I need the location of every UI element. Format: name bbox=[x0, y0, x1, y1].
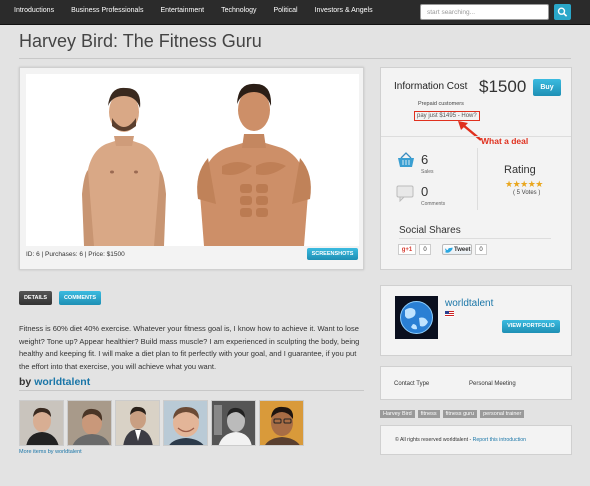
report-introduction-link[interactable]: Report this introduction bbox=[473, 437, 526, 443]
info-divider bbox=[381, 136, 571, 137]
by-author-heading: by worldtalent bbox=[19, 376, 90, 388]
google-plus-button[interactable]: g+1 bbox=[398, 244, 416, 255]
tag-harvey-bird[interactable]: Harvey Bird bbox=[380, 410, 415, 418]
contact-type-label: Contact Type bbox=[394, 381, 430, 387]
sales-label: Sales bbox=[421, 169, 434, 175]
item-meta: ID: 6 | Purchases: 6 | Price: $1500 bbox=[26, 251, 125, 258]
main-nav: Introductions Business Professionals Ent… bbox=[14, 7, 390, 14]
contact-type-value: Personal Meeting bbox=[469, 381, 516, 387]
contact-panel: Contact Type Personal Meeting bbox=[380, 366, 572, 400]
information-cost-panel: Information Cost $1500 Buy Prepaid custo… bbox=[380, 67, 572, 270]
thumbnail-2[interactable] bbox=[67, 400, 112, 446]
sales-count: 6 bbox=[421, 152, 429, 167]
nav-item-investors-angels[interactable]: Investors & Angels bbox=[315, 7, 373, 14]
social-divider bbox=[399, 238, 551, 239]
nav-item-political[interactable]: Political bbox=[273, 7, 297, 14]
tweet-count: 0 bbox=[475, 244, 487, 255]
basket-icon bbox=[398, 152, 414, 167]
annotation-arrow-icon bbox=[458, 121, 482, 141]
twitter-bird-icon bbox=[445, 247, 453, 253]
rating-stars[interactable]: ★★★★★ bbox=[505, 179, 543, 190]
page-title: Harvey Bird: The Fitness Guru bbox=[19, 31, 262, 51]
annotation-what-a-deal: What a deal bbox=[481, 136, 529, 146]
author-avatar[interactable] bbox=[395, 296, 438, 339]
tab-details[interactable]: DETAILS bbox=[19, 291, 52, 305]
thumbnail-1[interactable] bbox=[19, 400, 64, 446]
tag-list: Harvey Bird fitness fitness guru persona… bbox=[380, 410, 525, 418]
author-link[interactable]: worldtalent bbox=[34, 376, 90, 388]
title-divider bbox=[19, 58, 571, 59]
votes-count: ( 5 Votes ) bbox=[513, 190, 541, 196]
before-after-photo[interactable] bbox=[26, 74, 359, 246]
copyright-label: © All rights reserved worldtalent - bbox=[395, 437, 473, 443]
item-image-panel: ID: 6 | Purchases: 6 | Price: $1500 SCRE… bbox=[19, 67, 364, 270]
search-button[interactable] bbox=[554, 4, 571, 20]
tweet-button[interactable]: Tweet bbox=[442, 244, 472, 255]
thumbnail-5[interactable] bbox=[211, 400, 256, 446]
comments-label: Comments bbox=[421, 201, 446, 207]
thumbnail-6[interactable] bbox=[259, 400, 304, 446]
comment-bubble-icon bbox=[396, 185, 414, 202]
social-shares-title: Social Shares bbox=[399, 225, 461, 236]
tag-fitness-guru[interactable]: fitness guru bbox=[442, 410, 478, 418]
author-name[interactable]: worldtalent bbox=[445, 298, 493, 309]
tab-comments[interactable]: COMMENTS bbox=[59, 291, 101, 305]
by-divider bbox=[19, 390, 364, 391]
nav-item-introductions[interactable]: Introductions bbox=[14, 7, 54, 14]
footer-panel: © All rights reserved worldtalent - Repo… bbox=[380, 425, 572, 455]
tag-personal-trainer[interactable]: personal trainer bbox=[480, 410, 525, 418]
copyright-text: © All rights reserved worldtalent - Repo… bbox=[395, 437, 526, 443]
more-items-thumbnails bbox=[19, 400, 304, 446]
comments-count: 0 bbox=[421, 184, 429, 199]
thumbnail-4[interactable] bbox=[163, 400, 208, 446]
rating-label: Rating bbox=[504, 164, 536, 176]
item-description: Fitness is 60% diet 40% exercise. Whatev… bbox=[19, 324, 360, 371]
by-prefix: by bbox=[19, 376, 32, 388]
google-plus-count: 0 bbox=[419, 244, 431, 255]
buy-button[interactable]: Buy bbox=[533, 79, 561, 96]
more-items-link[interactable]: More items by worldtalent bbox=[19, 449, 82, 455]
stats-divider bbox=[477, 148, 478, 210]
us-flag-icon bbox=[445, 311, 454, 317]
search-input[interactable]: start searching... bbox=[420, 4, 549, 20]
screenshots-button[interactable]: SCREENSHOTS bbox=[307, 248, 358, 260]
top-navbar: Introductions Business Professionals Ent… bbox=[0, 0, 590, 25]
view-portfolio-button[interactable]: VIEW PORTFOLIO bbox=[502, 320, 560, 333]
prepaid-customers-text: Prepaid customers bbox=[418, 101, 464, 107]
price: $1500 bbox=[479, 77, 527, 96]
tag-fitness[interactable]: fitness bbox=[417, 410, 440, 418]
thumbnail-3[interactable] bbox=[115, 400, 160, 446]
nav-item-business-professionals[interactable]: Business Professionals bbox=[71, 7, 143, 14]
tweet-label: Tweet bbox=[454, 247, 471, 253]
nav-item-technology[interactable]: Technology bbox=[221, 7, 256, 14]
information-cost-label: Information Cost bbox=[394, 81, 468, 92]
search-icon bbox=[557, 7, 568, 17]
author-card: worldtalent VIEW PORTFOLIO bbox=[380, 285, 572, 356]
nav-item-entertainment[interactable]: Entertainment bbox=[160, 7, 204, 14]
